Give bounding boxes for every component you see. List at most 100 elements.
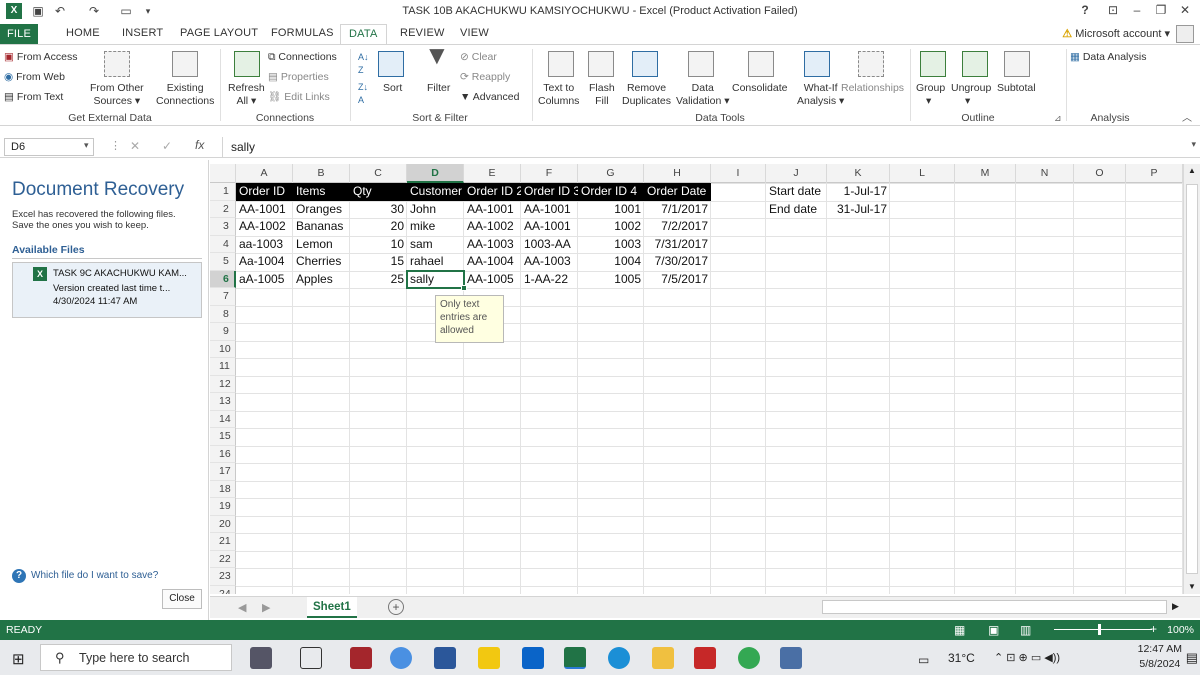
cell-a3[interactable]: AA-1002 bbox=[236, 218, 293, 236]
row-header-16[interactable]: 16 bbox=[210, 445, 236, 463]
row-header-13[interactable]: 13 bbox=[210, 393, 236, 411]
tab-data[interactable]: DATA bbox=[340, 24, 387, 45]
formula-input[interactable]: sally bbox=[222, 137, 1182, 157]
cell-c5[interactable]: 15 bbox=[350, 253, 407, 271]
properties-button[interactable]: ▤ Properties bbox=[268, 71, 329, 84]
outline-launcher-icon[interactable]: ⊿ bbox=[1054, 112, 1062, 125]
cell-a2[interactable]: AA-1001 bbox=[236, 201, 293, 219]
from-text-button[interactable]: ▤ From Text bbox=[4, 91, 63, 104]
taskbar-search-box[interactable]: ⚲ Type here to search bbox=[40, 644, 232, 671]
cell-f5[interactable]: AA-1003 bbox=[521, 253, 578, 271]
cell-b4[interactable]: Lemon bbox=[293, 236, 350, 254]
advanced-button[interactable]: ▼ Advanced bbox=[460, 91, 519, 104]
row-header-1[interactable]: 1 bbox=[210, 183, 236, 201]
row-header-4[interactable]: 4 bbox=[210, 235, 236, 253]
sort-a-z-icon[interactable]: A↓ Z bbox=[358, 51, 369, 77]
cell-b5[interactable]: Cherries bbox=[293, 253, 350, 271]
cell-d2[interactable]: John bbox=[407, 201, 464, 219]
header-cell-b[interactable]: Items bbox=[293, 183, 350, 201]
cell-c2[interactable]: 30 bbox=[350, 201, 407, 219]
mail-app-icon[interactable] bbox=[522, 647, 544, 669]
header-cell-c[interactable]: Qty bbox=[350, 183, 407, 201]
cell-h4[interactable]: 7/31/2017 bbox=[644, 236, 711, 254]
scroll-thumb[interactable] bbox=[1186, 184, 1198, 574]
tab-view[interactable]: VIEW bbox=[460, 27, 489, 39]
header-cell-g[interactable]: Order ID 4 bbox=[578, 183, 644, 201]
row-header-11[interactable]: 11 bbox=[210, 358, 236, 376]
cell-f4[interactable]: 1003-AA bbox=[521, 236, 578, 254]
insert-function-icon[interactable]: fx bbox=[195, 138, 204, 152]
normal-view-icon[interactable]: ▦ bbox=[954, 623, 965, 637]
cancel-entry-icon[interactable]: ✕ bbox=[130, 139, 140, 153]
subtotal-button[interactable]: Subtotal bbox=[997, 82, 1036, 95]
remove-duplicates-button[interactable]: Remove Duplicates bbox=[622, 82, 671, 108]
column-header-p[interactable]: P bbox=[1126, 164, 1183, 183]
row-header-3[interactable]: 3 bbox=[210, 218, 236, 236]
cell-e4[interactable]: AA-1003 bbox=[464, 236, 521, 254]
scroll-up-icon[interactable]: ▲ bbox=[1188, 166, 1196, 175]
cell-b2[interactable]: Oranges bbox=[293, 201, 350, 219]
zoom-in-icon[interactable]: + bbox=[1150, 622, 1157, 636]
restore-icon[interactable]: ❐ bbox=[1150, 3, 1172, 19]
cell-k2[interactable]: 31-Jul-17 bbox=[827, 201, 890, 219]
app-icon[interactable] bbox=[390, 647, 412, 669]
column-header-l[interactable]: L bbox=[890, 164, 955, 183]
name-box-dropdown-icon[interactable]: ▾ bbox=[84, 140, 89, 151]
ribbon-display-icon[interactable]: ⊡ bbox=[1102, 3, 1124, 19]
cell-f2[interactable]: AA-1001 bbox=[521, 201, 578, 219]
cell-a6[interactable]: aA-1005 bbox=[236, 271, 293, 289]
zoom-level[interactable]: 100% bbox=[1167, 624, 1194, 636]
help-icon[interactable]: ? bbox=[1074, 3, 1096, 19]
row-header-6[interactable]: 6 bbox=[210, 270, 236, 288]
row-header-17[interactable]: 17 bbox=[210, 463, 236, 481]
cell-c4[interactable]: 10 bbox=[350, 236, 407, 254]
cell-c3[interactable]: 20 bbox=[350, 218, 407, 236]
row-header-24[interactable]: 24 bbox=[210, 585, 236, 594]
tab-home[interactable]: HOME bbox=[66, 27, 100, 39]
cell-h5[interactable]: 7/30/2017 bbox=[644, 253, 711, 271]
row-header-21[interactable]: 21 bbox=[210, 533, 236, 551]
column-header-f[interactable]: F bbox=[521, 164, 578, 183]
cell-j1[interactable]: Start date bbox=[766, 183, 827, 201]
row-header-7[interactable]: 7 bbox=[210, 288, 236, 306]
column-header-a[interactable]: A bbox=[236, 164, 293, 183]
app-monitor-icon[interactable] bbox=[780, 647, 802, 669]
cell-f6[interactable]: 1-AA-22 bbox=[521, 271, 578, 289]
row-header-5[interactable]: 5 bbox=[210, 253, 236, 271]
which-file-help-link[interactable]: ? Which file do I want to save? bbox=[12, 569, 158, 583]
row-header-9[interactable]: 9 bbox=[210, 323, 236, 341]
row-header-2[interactable]: 2 bbox=[210, 200, 236, 218]
task-view-icon[interactable] bbox=[300, 647, 322, 669]
sort-z-a-icon[interactable]: Z↓ A bbox=[358, 81, 368, 107]
row-header-14[interactable]: 14 bbox=[210, 410, 236, 428]
column-header-e[interactable]: E bbox=[464, 164, 521, 183]
cell-g6[interactable]: 1005 bbox=[578, 271, 644, 289]
tab-file[interactable]: FILE bbox=[0, 24, 38, 44]
header-cell-f[interactable]: Order ID 3 bbox=[521, 183, 580, 201]
scroll-down-icon[interactable]: ▼ bbox=[1188, 582, 1196, 591]
app-red-icon[interactable] bbox=[694, 647, 716, 669]
cell-e5[interactable]: AA-1004 bbox=[464, 253, 521, 271]
row-header-18[interactable]: 18 bbox=[210, 480, 236, 498]
cell-e3[interactable]: AA-1002 bbox=[464, 218, 521, 236]
tab-review[interactable]: REVIEW bbox=[400, 27, 445, 39]
cell-b3[interactable]: Bananas bbox=[293, 218, 350, 236]
select-all-corner[interactable] bbox=[210, 164, 236, 183]
word-app-icon[interactable] bbox=[434, 647, 456, 669]
group-button[interactable]: Group ▾ bbox=[916, 82, 945, 108]
cell-b6[interactable]: Apples bbox=[293, 271, 350, 289]
cell-d3[interactable]: mike bbox=[407, 218, 464, 236]
scroll-right-icon[interactable]: ▶ bbox=[1172, 601, 1179, 612]
connections-button[interactable]: ⧉ Connections bbox=[268, 51, 337, 64]
cell-c6[interactable]: 25 bbox=[350, 271, 407, 289]
cell-g5[interactable]: 1004 bbox=[578, 253, 644, 271]
sort-button[interactable]: Sort bbox=[383, 82, 402, 95]
from-web-button[interactable]: ◉ From Web bbox=[4, 71, 65, 84]
vertical-scrollbar[interactable]: ▲ ▼ bbox=[1183, 164, 1200, 594]
edit-links-button[interactable]: ⛓ Edit Links bbox=[268, 91, 330, 104]
tray-icons[interactable]: ⌃ ⊡ ⊕ ▭ ◀)) bbox=[994, 651, 1060, 664]
name-box[interactable]: D6 bbox=[4, 138, 94, 156]
flash-fill-button[interactable]: Flash Fill bbox=[589, 82, 615, 108]
cell-a4[interactable]: aa-1003 bbox=[236, 236, 293, 254]
taskbar-clock[interactable]: 12:47 AM 5/8/2024 bbox=[1138, 642, 1182, 672]
